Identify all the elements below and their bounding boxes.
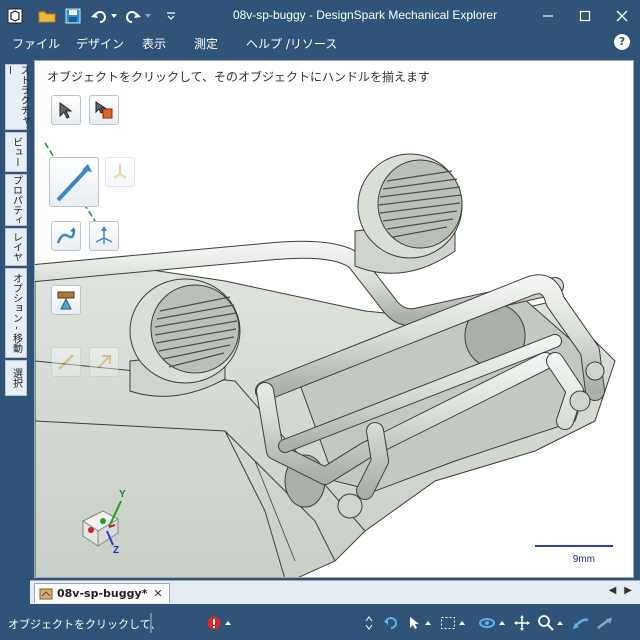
tab-properties[interactable]: プロパティ [5,174,27,226]
orbit-dropdown-icon[interactable] [498,615,506,631]
side-panel-tabs: ストラクチャー ビュー プロパティ レイヤ オプション - 移動 選択 [0,60,32,580]
tab-select-label: 選択 [10,368,22,388]
next-view-icon[interactable] [596,615,614,631]
menu-design[interactable]: デザイン [76,35,124,52]
ruler-dimension-button[interactable] [51,347,81,377]
document-tab[interactable]: 08v-sp-buggy* ✕ [34,583,170,603]
scale-label: 9mm [572,554,595,565]
tab-structure[interactable]: ストラクチャー [3,64,29,130]
app-menu-icon[interactable] [4,5,26,27]
orbit-icon[interactable] [478,615,496,631]
quick-access-toolbar [0,0,182,32]
redo-dropdown-icon[interactable] [144,5,152,27]
status-bar: オブジェクトをクリックして、 [0,606,640,640]
undo-dropdown-icon[interactable] [110,5,118,27]
tab-view-label: ビュー [10,137,22,167]
tab-scroll-left-icon[interactable]: ◀ [609,585,617,596]
move-axes-icon [95,226,113,244]
select-component-button[interactable] [89,95,119,125]
document-icon [39,588,53,599]
scale-bar [535,545,613,547]
viewport-hint: オブジェクトをクリックして、そのオブジェクトにハンドルを揃えます [47,70,431,84]
tab-scroll-controls: ◀ ▶ [609,585,632,596]
status-scroll-icon[interactable] [364,615,374,631]
title-bar: 08v-sp-buggy - DesignSpark Mechanical Ex… [0,0,640,32]
window-title: 08v-sp-buggy - DesignSpark Mechanical Ex… [232,8,498,22]
pivot-icon [113,164,127,179]
tab-options-move-label: オプション - 移動 [10,273,22,353]
select-mode-icon[interactable] [408,615,422,631]
redo-icon[interactable] [122,5,144,27]
zoom-dropdown-icon[interactable] [556,615,564,631]
tab-scroll-right-icon[interactable]: ▶ [624,585,632,596]
box-select-icon[interactable] [440,615,456,631]
app-window: 08v-sp-buggy - DesignSpark Mechanical Ex… [0,0,640,640]
maximize-button[interactable] [566,0,603,32]
trajectory-icon [56,227,76,244]
tab-options-move[interactable]: オプション - 移動 [5,268,27,358]
select-dropdown-icon[interactable] [424,615,432,631]
error-dropdown-icon[interactable] [224,615,232,631]
pivot-tool-button[interactable] [105,157,135,187]
help-icon[interactable]: ? [614,34,630,50]
undo-icon[interactable] [88,5,110,27]
menu-measure[interactable]: 測定 [194,35,218,52]
detach-tool-button[interactable] [89,347,119,377]
component-select-icon [95,101,113,119]
tab-properties-label: プロパティ [10,175,22,225]
select-tool-button[interactable] [51,95,81,125]
menu-bar: ファイル デザイン 表示 測定 ヘルプ /リソース ? [0,32,640,54]
open-folder-icon[interactable] [36,5,58,27]
error-icon[interactable] [206,615,222,631]
window-controls [529,0,640,32]
previous-view-icon[interactable] [572,615,590,631]
close-tab-icon[interactable]: ✕ [153,587,162,600]
move-to-button[interactable] [89,221,119,251]
tab-structure-label: ストラクチャー [3,65,29,125]
zoom-icon[interactable] [538,615,554,631]
pan-icon[interactable] [514,615,530,631]
document-tab-strip: 08v-sp-buggy* ✕ ◀ ▶ [30,580,640,604]
move-handle-button[interactable] [49,157,99,207]
pointer-icon [59,102,73,119]
tab-view[interactable]: ビュー [5,132,27,172]
minimize-button[interactable] [529,0,566,32]
move-arrow-icon [56,164,92,202]
triad-z-label: Z [113,545,120,556]
menu-file[interactable]: ファイル [12,35,60,52]
detach-icon [97,355,111,369]
ruler-icon [57,353,75,371]
tab-layers-label: レイヤ [10,232,22,262]
menu-display[interactable]: 表示 [142,35,166,52]
document-tab-label: 08v-sp-buggy* [57,587,148,600]
save-icon[interactable] [62,5,84,27]
3d-viewport[interactable]: オブジェクトをクリックして、そのオブジェクトにハンドルを揃えます Y Z 9mm [34,60,634,578]
menu-help-resources[interactable]: ヘルプ /リソース [246,35,337,52]
box-select-dropdown-icon[interactable] [458,615,466,631]
tab-select[interactable]: 選択 [5,360,27,396]
status-message: オブジェクトをクリックして、 [8,618,162,631]
customize-toolbar-icon[interactable] [160,5,182,27]
status-divider [150,613,152,633]
close-button[interactable] [603,0,640,32]
move-along-trajectory-button[interactable] [51,221,81,251]
triad-y-label: Y [119,489,126,500]
anchor-icon [57,291,75,310]
anchor-tool-button[interactable] [51,285,81,315]
spin-icon[interactable] [382,615,400,631]
tab-layers[interactable]: レイヤ [5,228,27,266]
